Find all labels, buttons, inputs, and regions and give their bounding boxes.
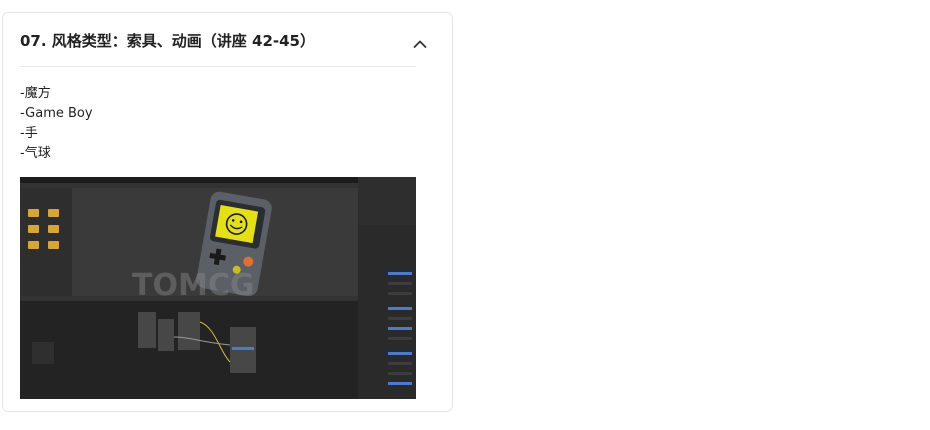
course-section-card: 07. 风格类型：索具、动画（讲座 42-45） -魔方 -Game Boy -…: [2, 12, 453, 412]
list-item: -魔方: [20, 86, 51, 101]
header-divider: [20, 66, 416, 67]
list-item: -气球: [20, 146, 51, 161]
chevron-up-icon[interactable]: [413, 34, 427, 48]
section-header[interactable]: 07. 风格类型：索具、动画（讲座 42-45）: [3, 13, 452, 66]
blender-preview-image: TOMCG WWW.TOMCG.COM: [20, 177, 416, 399]
list-item: -手: [20, 126, 38, 141]
lecture-list: -魔方 -Game Boy -手 -气球: [20, 84, 93, 164]
section-title: 07. 风格类型：索具、动画（讲座 42-45）: [20, 32, 315, 50]
list-item: -Game Boy: [20, 106, 93, 121]
